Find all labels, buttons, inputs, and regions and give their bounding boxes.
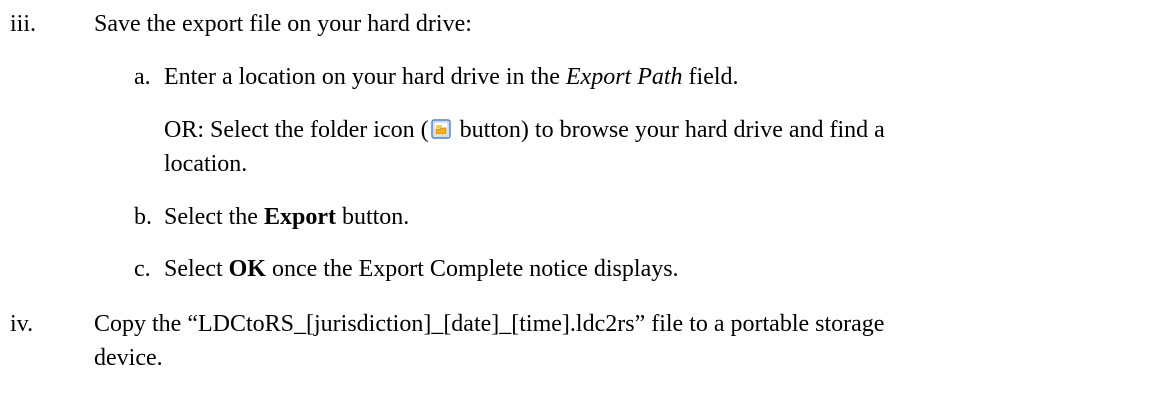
export-button-name: Export [263, 204, 336, 230]
substep-text-b: Select the Export button. [164, 203, 409, 231]
or-alternative-text: OR: Select the folder icon ( button) to … [164, 116, 885, 144]
substep-b-pre: Select the [164, 204, 264, 230]
substep-marker-a: a. [134, 64, 151, 90]
step-number-iv: iv. [10, 311, 34, 337]
substep-c-post: once the Export Complete notice displays… [265, 256, 679, 282]
step-text-iv-cont: device. [94, 345, 163, 371]
substep-b-post: button. [335, 204, 410, 230]
substep-text-c: Select OK once the Export Complete notic… [164, 255, 679, 283]
or-pre: OR: Select the folder icon ( [164, 117, 429, 143]
substep-a-post: field. [682, 64, 739, 90]
ok-button-name: OK [228, 256, 266, 282]
substep-text-a: Enter a location on your hard drive in t… [164, 63, 739, 91]
step-number-iii: iii. [10, 11, 37, 37]
or-alternative-text-cont: location. [164, 151, 248, 177]
export-path-field-name: Export Path [565, 64, 683, 90]
substep-c-pre: Select [164, 256, 229, 282]
folder-icon [430, 118, 451, 139]
substep-marker-b: b. [134, 204, 152, 230]
step-text-iv: Copy the “LDCtoRS_[jurisdiction]_[date]_… [94, 311, 885, 337]
substep-marker-c: c. [134, 256, 151, 282]
substep-a-pre: Enter a location on your hard drive in t… [164, 64, 566, 90]
or-post: button) to browse your hard drive and fi… [453, 117, 885, 143]
step-text-iii: Save the export file on your hard drive: [94, 11, 472, 37]
